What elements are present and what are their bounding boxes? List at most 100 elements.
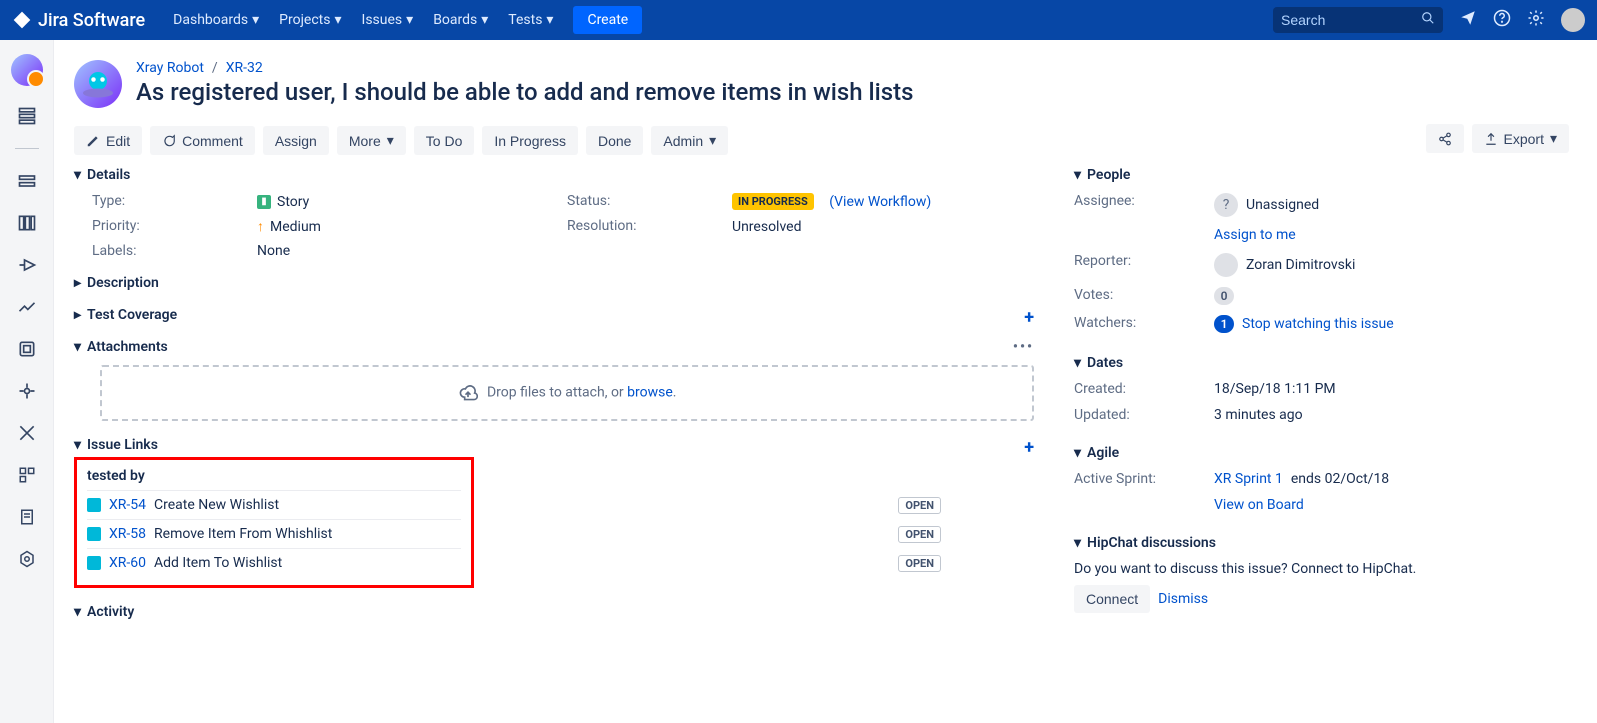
link-key[interactable]: XR-54 xyxy=(109,497,146,513)
view-workflow-link[interactable]: (View Workflow) xyxy=(829,194,931,210)
chevron-down-icon: ▾ xyxy=(74,604,81,620)
attachments-menu-button[interactable]: ••• xyxy=(1013,339,1034,355)
link-row[interactable]: XR-58 Remove Item From Whishlist OPEN xyxy=(87,519,461,548)
assign-to-me-link[interactable]: Assign to me xyxy=(1214,227,1296,243)
nav-issues[interactable]: Issues▾ xyxy=(354,8,422,32)
chevron-down-icon: ▾ xyxy=(1074,445,1081,461)
user-avatar-icon xyxy=(1214,253,1238,277)
coverage-header[interactable]: ▸Test Coverage xyxy=(74,307,1034,323)
nav-projects[interactable]: Projects▾ xyxy=(271,8,349,32)
chevron-down-icon: ▾ xyxy=(74,437,81,453)
components-icon[interactable] xyxy=(15,463,39,487)
reporter-value: Zoran Dimitrovski xyxy=(1214,253,1494,277)
inprogress-button[interactable]: In Progress xyxy=(482,126,578,155)
settings-icon[interactable] xyxy=(1527,9,1545,31)
people-header[interactable]: ▾People xyxy=(1074,167,1494,183)
chevron-down-icon: ▾ xyxy=(1074,355,1081,371)
user-avatar[interactable] xyxy=(1561,8,1585,32)
connect-button[interactable]: Connect xyxy=(1074,585,1150,613)
more-button[interactable]: More▾ xyxy=(337,126,406,155)
priority-value: ↑Medium xyxy=(257,218,557,235)
nav-tests[interactable]: Tests▾ xyxy=(500,8,561,32)
sprint-value: XR Sprint 1 ends 02/Oct/18 xyxy=(1214,471,1494,487)
chevron-down-icon: ▾ xyxy=(406,12,413,28)
agile-header[interactable]: ▾Agile xyxy=(1074,445,1494,461)
updated-value: 3 minutes ago xyxy=(1214,407,1494,423)
nav-dashboards[interactable]: Dashboards▾ xyxy=(165,8,267,32)
addon-icon[interactable] xyxy=(15,379,39,403)
chevron-down-icon: ▾ xyxy=(1074,535,1081,551)
done-button[interactable]: Done xyxy=(586,126,643,155)
view-on-board-link[interactable]: View on Board xyxy=(1214,497,1304,513)
chevron-down-icon: ▾ xyxy=(387,132,394,149)
link-key[interactable]: XR-58 xyxy=(109,526,146,542)
export-button[interactable]: Export▾ xyxy=(1472,124,1570,153)
link-key[interactable]: XR-60 xyxy=(109,555,146,571)
product-logo[interactable]: Jira Software xyxy=(12,10,145,31)
todo-button[interactable]: To Do xyxy=(414,126,475,155)
assign-button[interactable]: Assign xyxy=(263,126,329,155)
created-value: 18/Sep/18 1:11 PM xyxy=(1214,381,1494,397)
backlog-icon[interactable] xyxy=(15,104,39,128)
hipchat-prompt: Do you want to discuss this issue? Conne… xyxy=(1074,561,1494,577)
updated-label: Updated: xyxy=(1074,407,1214,423)
votes-value: 0 xyxy=(1214,287,1494,305)
notifications-icon[interactable] xyxy=(1459,9,1477,31)
activity-header[interactable]: ▾Activity xyxy=(74,604,1034,620)
chevron-down-icon: ▾ xyxy=(334,12,341,28)
help-icon[interactable] xyxy=(1493,9,1511,31)
dismiss-link[interactable]: Dismiss xyxy=(1158,591,1208,607)
reports-icon[interactable] xyxy=(15,295,39,319)
dates-header[interactable]: ▾Dates xyxy=(1074,355,1494,371)
priority-medium-icon: ↑ xyxy=(257,218,264,235)
sidebar-project-avatar[interactable] xyxy=(11,54,43,86)
links-header[interactable]: ▾Issue Links xyxy=(74,437,1034,453)
test-icon xyxy=(87,556,101,570)
xray-icon[interactable] xyxy=(15,421,39,445)
reporter-label: Reporter: xyxy=(1074,253,1214,277)
project-settings-icon[interactable] xyxy=(15,547,39,571)
watchers-label: Watchers: xyxy=(1074,315,1214,333)
chevron-down-icon: ▾ xyxy=(709,132,716,149)
attachments-header[interactable]: ▾Attachments xyxy=(74,339,1034,355)
unassigned-avatar-icon: ? xyxy=(1214,193,1238,217)
sprints-icon[interactable] xyxy=(15,169,39,193)
chevron-down-icon: ▾ xyxy=(252,12,259,28)
description-header[interactable]: ▸Description xyxy=(74,275,1034,291)
link-row[interactable]: XR-60 Add Item To Wishlist OPEN xyxy=(87,548,461,577)
link-row[interactable]: XR-54 Create New Wishlist OPEN xyxy=(87,490,461,519)
chevron-right-icon: ▸ xyxy=(74,275,81,291)
story-icon: ▮ xyxy=(257,195,271,209)
sprint-link[interactable]: XR Sprint 1 xyxy=(1214,471,1283,487)
details-header[interactable]: ▾Details xyxy=(74,167,1034,183)
breadcrumb-project[interactable]: Xray Robot xyxy=(136,60,204,76)
status-value: IN PROGRESS (View Workflow) xyxy=(732,193,1034,210)
search-input[interactable] xyxy=(1281,12,1421,28)
admin-button[interactable]: Admin▾ xyxy=(651,126,728,155)
comment-button[interactable]: Comment xyxy=(150,126,255,155)
chevron-right-icon: ▸ xyxy=(74,307,81,323)
tests-icon[interactable] xyxy=(15,337,39,361)
nav-boards[interactable]: Boards▾ xyxy=(425,8,496,32)
project-sidebar xyxy=(0,40,54,723)
board-icon[interactable] xyxy=(15,211,39,235)
edit-button[interactable]: Edit xyxy=(74,126,142,155)
breadcrumb-key[interactable]: XR-32 xyxy=(226,60,263,76)
share-button[interactable] xyxy=(1426,124,1464,153)
hipchat-header[interactable]: ▾HipChat discussions xyxy=(1074,535,1494,551)
chevron-down-icon: ▾ xyxy=(74,167,81,183)
pages-icon[interactable] xyxy=(15,505,39,529)
browse-link[interactable]: browse xyxy=(627,385,673,401)
chevron-down-icon: ▾ xyxy=(1074,167,1081,183)
attachments-dropzone[interactable]: Drop files to attach, or browse. xyxy=(100,365,1034,421)
links-add-button[interactable]: + xyxy=(1024,437,1034,458)
create-button[interactable]: Create xyxy=(573,6,642,34)
releases-icon[interactable] xyxy=(15,253,39,277)
stop-watching-link[interactable]: Stop watching this issue xyxy=(1242,316,1394,332)
assignee-value: ?Unassigned xyxy=(1214,193,1494,217)
project-avatar xyxy=(74,60,122,108)
issue-title: As registered user, I should be able to … xyxy=(136,78,914,106)
coverage-add-button[interactable]: + xyxy=(1024,307,1034,328)
search-box[interactable] xyxy=(1273,7,1443,33)
link-summary: Create New Wishlist xyxy=(154,497,279,513)
